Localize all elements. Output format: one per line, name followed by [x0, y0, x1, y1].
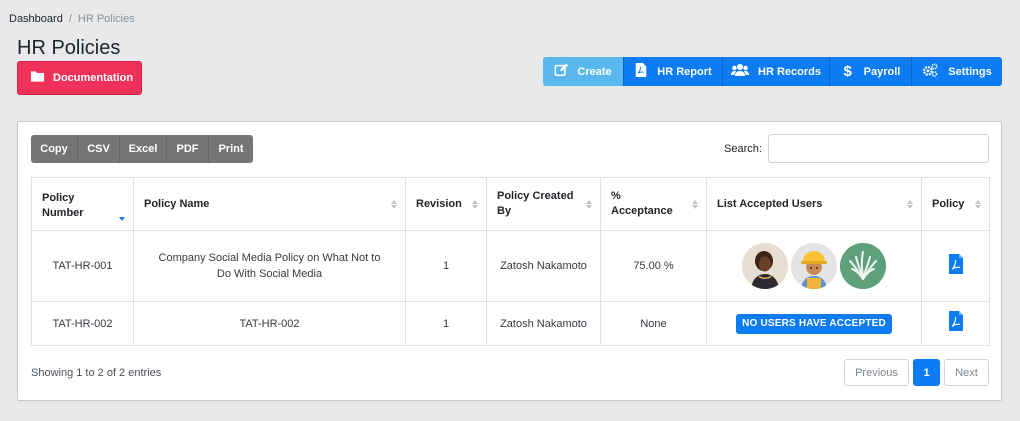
construction-worker-avatar[interactable] — [791, 243, 837, 289]
col-revision-label: Revision — [416, 197, 462, 210]
excel-button[interactable]: Excel — [120, 135, 167, 163]
csv-button[interactable]: CSV — [78, 135, 120, 163]
search-input[interactable] — [768, 134, 989, 163]
policy-cell — [922, 231, 989, 301]
revision-cell: 1 — [406, 231, 487, 301]
previous-page-button[interactable]: Previous — [844, 359, 909, 386]
sort-icon — [391, 199, 397, 209]
col-acceptance[interactable]: % Acceptance — [601, 178, 707, 230]
pagination: Previous 1 Next — [844, 359, 989, 386]
documentation-button[interactable]: Documentation — [17, 61, 142, 95]
policy-number-cell: TAT-HR-001 — [32, 231, 134, 301]
hr-records-button[interactable]: HR Records — [723, 57, 830, 86]
created-by-cell: Zatosh Nakamoto — [487, 302, 601, 345]
revision-cell: 1 — [406, 302, 487, 345]
policies-card: Copy CSV Excel PDF Print Search: Policy … — [17, 121, 1002, 401]
cogs-icon — [922, 63, 939, 80]
print-button[interactable]: Print — [209, 135, 253, 163]
col-policy-number[interactable]: Policy Number — [32, 178, 134, 230]
sort-icon — [907, 199, 913, 209]
page-title: HR Policies — [17, 37, 121, 59]
breadcrumb-current: HR Policies — [77, 13, 135, 25]
created-by-cell: Zatosh Nakamoto — [487, 231, 601, 301]
col-policy[interactable]: Policy — [922, 178, 989, 230]
no-users-badge: NO USERS HAVE ACCEPTED — [736, 313, 892, 334]
table-row: TAT-HR-001 Company Social Media Policy o… — [32, 231, 989, 302]
col-policy-number-label: Policy Number — [42, 192, 84, 219]
col-policy-name-label: Policy Name — [144, 197, 210, 210]
copy-button[interactable]: Copy — [31, 135, 78, 163]
policy-number-cell: TAT-HR-002 — [32, 302, 134, 345]
policy-name-cell[interactable]: Company Social Media Policy on What Not … — [134, 231, 406, 301]
page-1-button[interactable]: 1 — [913, 359, 940, 386]
pdf-file-icon — [634, 63, 648, 80]
sort-desc-icon — [119, 212, 125, 221]
sort-icon — [975, 199, 981, 209]
sort-icon — [586, 199, 592, 209]
next-page-button[interactable]: Next — [944, 359, 989, 386]
hr-records-label: HR Records — [758, 65, 821, 78]
hr-report-label: HR Report — [657, 65, 712, 78]
action-toolbar: Create HR Report HR Records $ Payroll Se… — [543, 57, 1002, 86]
documentation-label: Documentation — [53, 72, 134, 84]
table-row: TAT-HR-002 TAT-HR-002 1 Zatosh Nakamoto … — [32, 302, 989, 345]
table-header: Policy Number Policy Name Revision Polic… — [32, 178, 989, 231]
breadcrumb: Dashboard / HR Policies — [9, 13, 135, 25]
acceptance-cell: None — [601, 302, 707, 345]
woman-avatar[interactable] — [742, 243, 788, 289]
folder-icon — [30, 70, 45, 86]
col-revision[interactable]: Revision — [406, 178, 487, 230]
table-info: Showing 1 to 2 of 2 entries — [31, 367, 162, 379]
col-policy-label: Policy — [932, 197, 965, 210]
edit-icon — [554, 63, 569, 80]
col-accepted-users[interactable]: List Accepted Users — [707, 178, 922, 230]
settings-label: Settings — [948, 65, 992, 78]
col-accepted-users-label: List Accepted Users — [717, 197, 823, 210]
create-button[interactable]: Create — [543, 57, 624, 86]
policy-name-cell[interactable]: TAT-HR-002 — [134, 302, 406, 345]
hr-report-button[interactable]: HR Report — [624, 57, 723, 86]
settings-button[interactable]: Settings — [912, 57, 1002, 86]
col-created-by-label: Policy Created By — [497, 190, 574, 217]
pdf-file-icon[interactable] — [948, 253, 964, 279]
accepted-users-cell: NO USERS HAVE ACCEPTED — [707, 302, 922, 345]
search-label: Search: — [724, 143, 762, 155]
col-acceptance-label: % Acceptance — [611, 190, 673, 217]
users-icon — [731, 63, 750, 80]
sort-icon — [472, 199, 478, 209]
breadcrumb-separator: / — [68, 13, 72, 25]
policies-table: Policy Number Policy Name Revision Polic… — [31, 177, 990, 346]
dollar-icon: $ — [843, 63, 852, 80]
col-created-by[interactable]: Policy Created By — [487, 178, 601, 230]
sort-icon — [692, 199, 698, 209]
acceptance-cell: 75.00 % — [601, 231, 707, 301]
col-policy-name[interactable]: Policy Name — [134, 178, 406, 230]
breadcrumb-dashboard-link[interactable]: Dashboard — [9, 13, 63, 25]
payroll-button[interactable]: $ Payroll — [830, 57, 912, 86]
pdf-button[interactable]: PDF — [167, 135, 209, 163]
pdf-file-icon[interactable] — [948, 311, 964, 336]
accepted-users-cell — [707, 231, 922, 301]
policy-cell — [922, 302, 989, 345]
export-buttons: Copy CSV Excel PDF Print — [31, 135, 253, 163]
aloe-plant-avatar[interactable] — [840, 243, 886, 289]
accepted-users-avatars — [742, 243, 886, 289]
create-label: Create — [577, 65, 612, 78]
payroll-label: Payroll — [863, 65, 901, 78]
